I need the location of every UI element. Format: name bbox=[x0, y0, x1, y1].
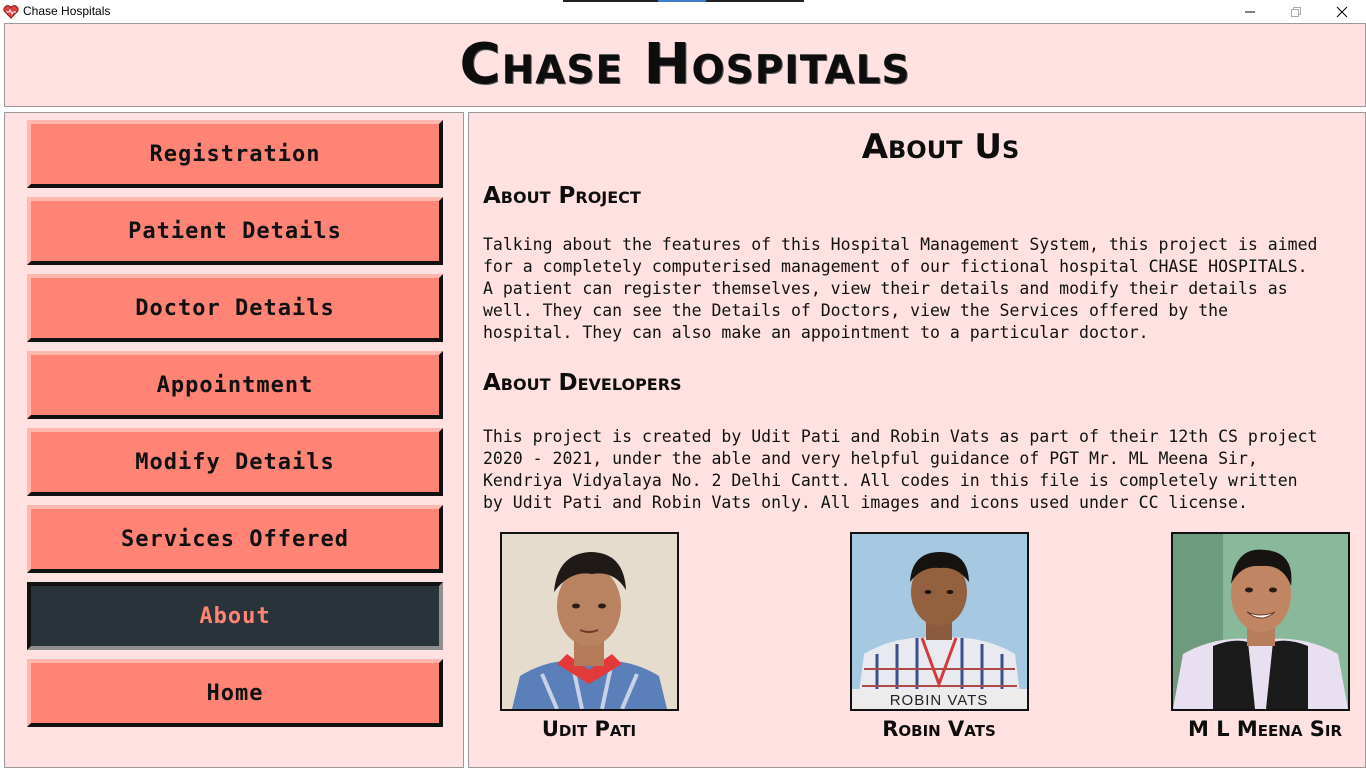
modify-details-label: Modify Details bbox=[135, 449, 335, 475]
home-label: Home bbox=[206, 680, 264, 706]
robin-vats-photo: ROBIN VATS bbox=[850, 532, 1029, 711]
close-icon bbox=[1336, 6, 1348, 17]
minimize-icon bbox=[1245, 11, 1255, 12]
appointment-button[interactable]: Appointment bbox=[27, 351, 443, 419]
maximize-button[interactable] bbox=[1273, 0, 1319, 23]
restore-icon bbox=[1291, 6, 1301, 17]
robin-vats-name: Robin Vats bbox=[882, 717, 996, 741]
ml-meena-sir-name: M L Meena Sir bbox=[1187, 717, 1343, 741]
about-developers-text: This project is created by Udit Pati and… bbox=[483, 427, 1318, 512]
titlebar-decoration-accent bbox=[658, 0, 706, 2]
minimize-button[interactable] bbox=[1227, 0, 1273, 23]
page-title: About Us bbox=[861, 127, 1020, 167]
app-header: Chase Hospitals bbox=[4, 23, 1366, 107]
about-button[interactable]: About bbox=[27, 582, 443, 650]
patient-details-button[interactable]: Patient Details bbox=[27, 197, 443, 265]
services-offered-label: Services Offered bbox=[121, 526, 349, 552]
patient-details-label: Patient Details bbox=[128, 218, 342, 244]
app-title: Chase Hospitals bbox=[459, 32, 911, 97]
modify-details-button[interactable]: Modify Details bbox=[27, 428, 443, 496]
udit-pati-name: Udit Pati bbox=[541, 717, 637, 741]
close-button[interactable] bbox=[1319, 0, 1365, 23]
sidebar-nav: Registration Patient Details Doctor Deta… bbox=[4, 112, 464, 768]
robin-vats-photo-caption: ROBIN VATS bbox=[890, 692, 989, 709]
window-titlebar: Chase Hospitals bbox=[0, 0, 1366, 23]
about-panel: About Us About Project Talking about the… bbox=[468, 112, 1366, 768]
doctor-details-label: Doctor Details bbox=[135, 295, 335, 321]
udit-pati-photo bbox=[500, 532, 679, 711]
services-offered-button[interactable]: Services Offered bbox=[27, 505, 443, 573]
appointment-label: Appointment bbox=[156, 372, 314, 398]
registration-label: Registration bbox=[149, 141, 321, 167]
heart-app-icon bbox=[3, 4, 19, 19]
about-project-text: Talking about the features of this Hospi… bbox=[483, 235, 1318, 342]
home-button[interactable]: Home bbox=[27, 659, 443, 727]
registration-button[interactable]: Registration bbox=[27, 120, 443, 188]
ml-meena-sir-photo bbox=[1171, 532, 1350, 711]
about-developers-heading: About Developers bbox=[483, 370, 682, 396]
about-project-heading: About Project bbox=[483, 183, 641, 209]
window-title: Chase Hospitals bbox=[23, 4, 111, 18]
doctor-details-button[interactable]: Doctor Details bbox=[27, 274, 443, 342]
about-label: About bbox=[199, 603, 271, 629]
